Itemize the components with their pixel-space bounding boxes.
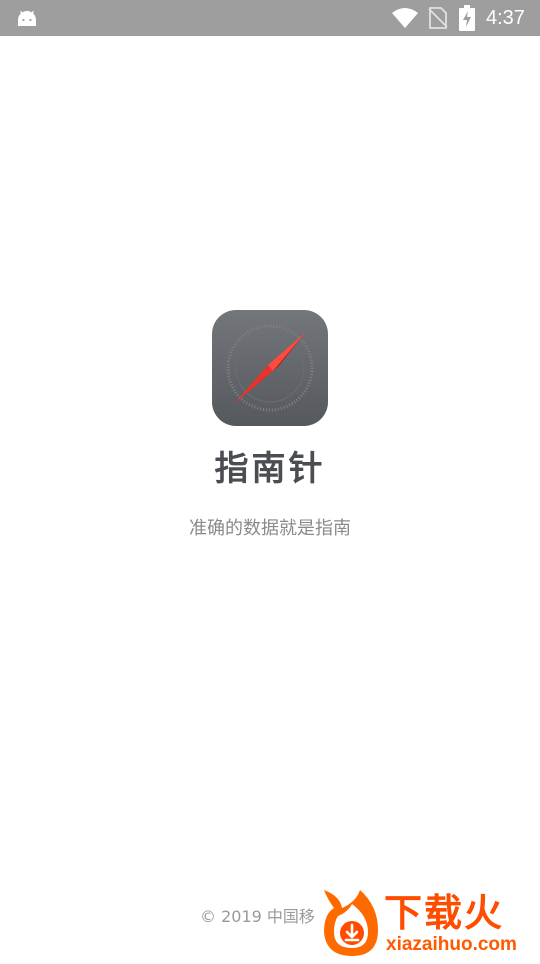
android-icon — [15, 6, 39, 30]
watermark-url: xiazaihuo.com — [386, 934, 517, 955]
wifi-icon — [392, 7, 418, 29]
status-bar: 4:37 — [0, 0, 540, 36]
compass-icon — [212, 310, 328, 426]
app-name: 指南针 — [214, 449, 326, 489]
watermark-title: 下载火 — [384, 891, 505, 935]
flame-download-logo — [318, 886, 384, 960]
app-slogan: 准确的数据就是指南 — [189, 518, 351, 539]
no-sim-icon — [428, 7, 448, 29]
battery-charging-icon — [459, 5, 475, 31]
copyright-text: © 2019 中国移 — [200, 907, 315, 926]
watermark: 下载火 xiazaihuo.com — [318, 886, 540, 960]
status-time: 4:37 — [486, 7, 525, 29]
